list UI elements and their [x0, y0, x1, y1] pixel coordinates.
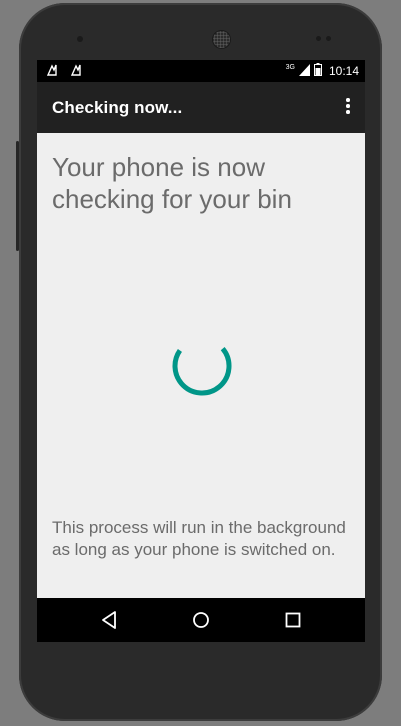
power-button [16, 141, 19, 251]
page-headline: Your phone is now checking for your bin [52, 152, 292, 214]
notification-icon [46, 64, 61, 79]
status-bar: 3G 10:14 [37, 60, 365, 82]
loading-spinner [169, 333, 235, 404]
proximity-sensor [316, 36, 321, 41]
signal-icon [298, 63, 310, 79]
clock: 10:14 [328, 64, 359, 78]
phone-screen: 3G 10:14 Checking now... Your phone is n… [37, 60, 365, 642]
recents-icon[interactable] [281, 608, 305, 632]
network-type: 3G [285, 63, 295, 71]
notification-icon [70, 64, 85, 79]
front-camera [77, 36, 83, 42]
more-vert-icon[interactable] [340, 98, 356, 118]
navigation-bar [37, 598, 365, 642]
back-icon[interactable] [98, 608, 122, 632]
earpiece-speaker [213, 31, 230, 48]
light-sensor [326, 36, 331, 41]
app-bar-title: Checking now... [52, 98, 183, 117]
background-info-text: This process will run in the background … [52, 518, 346, 559]
battery-icon [313, 63, 322, 79]
home-icon[interactable] [189, 608, 213, 632]
app-bar: Checking now... [37, 82, 365, 133]
